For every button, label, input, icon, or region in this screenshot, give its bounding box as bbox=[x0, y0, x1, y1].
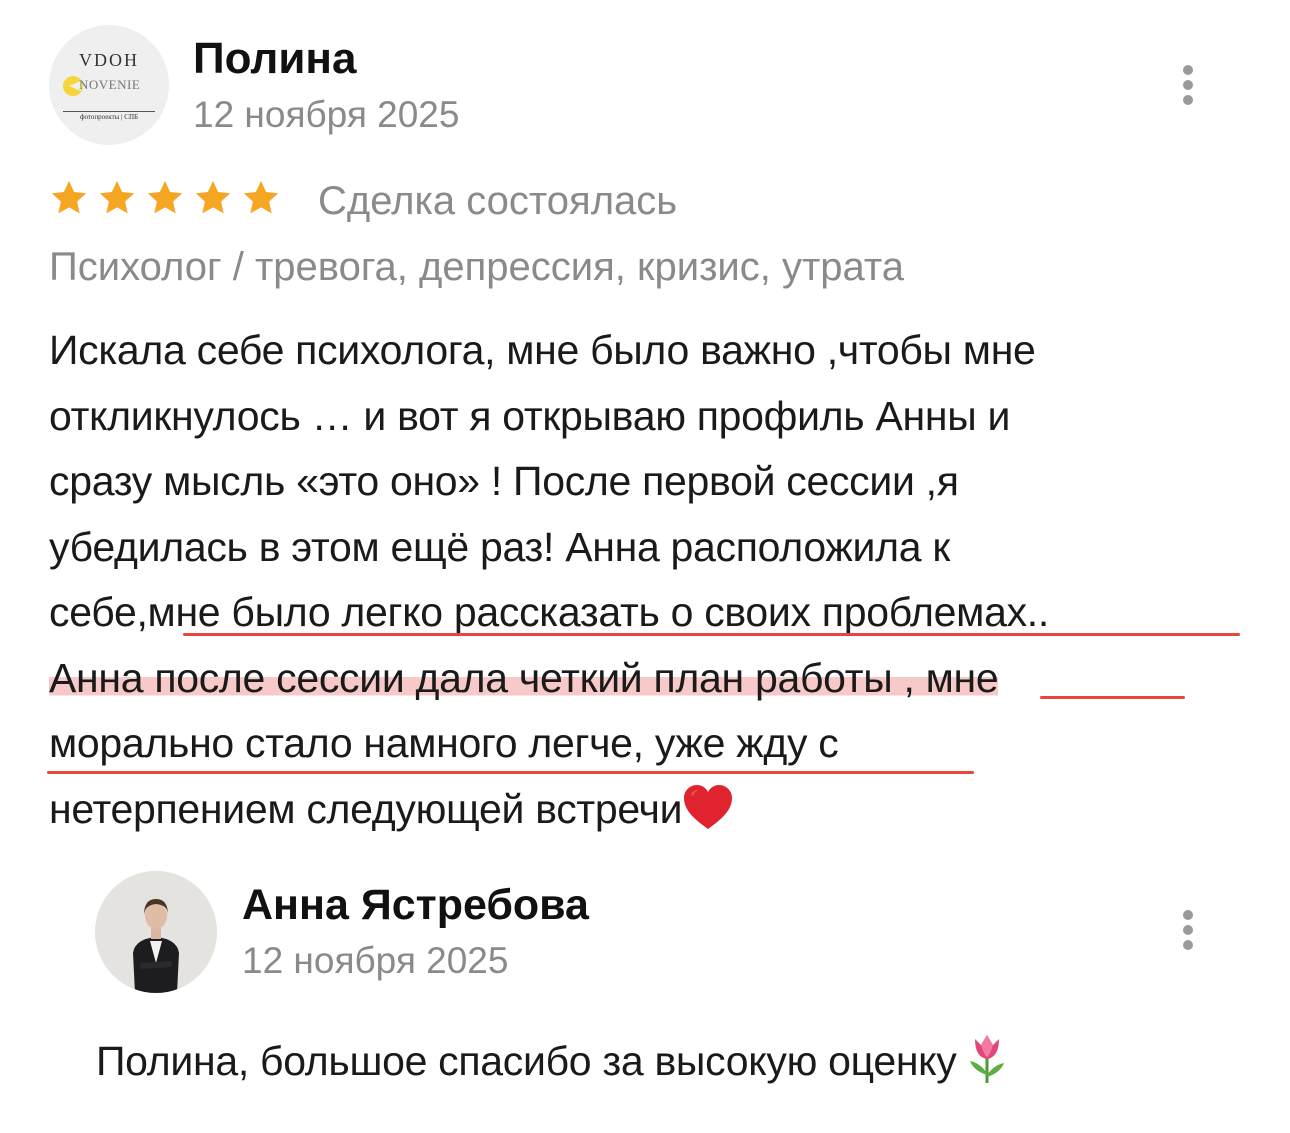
reply-date: 12 ноября 2025 bbox=[242, 940, 509, 981]
tulip-icon bbox=[970, 1035, 1005, 1083]
reply-text-body: Полина, большое спасибо за высокую оценк… bbox=[96, 1038, 957, 1084]
reply-author-avatar[interactable] bbox=[95, 871, 217, 993]
underline-annotation bbox=[1040, 696, 1185, 699]
avatar-logo-caption: фотопроекты | СПБ bbox=[79, 113, 139, 121]
review-author-name[interactable]: Полина bbox=[193, 34, 356, 84]
review-text-last-line: нетерпением следующей встречи bbox=[49, 777, 1249, 843]
review-text: Искала себе психолога, мне было важно ,ч… bbox=[49, 318, 1249, 842]
star-icon bbox=[51, 181, 87, 214]
review-category: Психолог / тревога, депрессия, кризис, у… bbox=[49, 245, 905, 289]
avatar-logo-divider bbox=[63, 111, 155, 112]
avatar-logo-subtext: NOVENIE bbox=[79, 77, 141, 92]
review-text-line: Искала себе психолога, мне было важно ,ч… bbox=[49, 327, 1036, 373]
author-avatar[interactable]: VDOH NOVENIE фотопроекты | СПБ bbox=[49, 25, 169, 145]
rating-stars bbox=[49, 178, 281, 222]
star-icon bbox=[147, 181, 183, 214]
deal-status: Сделка состоялась bbox=[318, 179, 678, 223]
review-text-line-highlighted: Анна после сессии дала четкий план работ… bbox=[49, 646, 1249, 712]
underline-annotation bbox=[183, 633, 1240, 636]
review-text-line: убедилась в этом ещё раз! Анна расположи… bbox=[49, 523, 950, 570]
review-text-line: откликнулось … и вот я открываю профиль … bbox=[49, 392, 1011, 439]
heart-icon bbox=[684, 784, 733, 829]
review-text-line: нетерпением следующей встречи bbox=[49, 785, 683, 832]
review-text-line: морально стало намного легче, уже жду с bbox=[49, 720, 839, 766]
avatar-logo-text: VDOH bbox=[79, 50, 139, 70]
review-text-line: сразу мысль «это оно» ! После первой сес… bbox=[49, 458, 959, 504]
reply-author-name[interactable]: Анна Ястребова bbox=[242, 881, 589, 930]
person-photo-icon bbox=[95, 871, 217, 993]
reply-text: Полина, большое спасибо за высокую оценк… bbox=[96, 1031, 1010, 1085]
star-icon bbox=[99, 181, 135, 214]
star-icon bbox=[243, 181, 279, 214]
more-vertical-icon[interactable] bbox=[1181, 65, 1195, 109]
text-highlight: Анна после сессии дала четкий план работ… bbox=[49, 654, 999, 701]
more-vertical-icon[interactable] bbox=[1181, 910, 1195, 954]
star-icon bbox=[195, 181, 231, 214]
review-date: 12 ноября 2025 bbox=[193, 94, 460, 135]
underline-annotation bbox=[47, 771, 974, 774]
